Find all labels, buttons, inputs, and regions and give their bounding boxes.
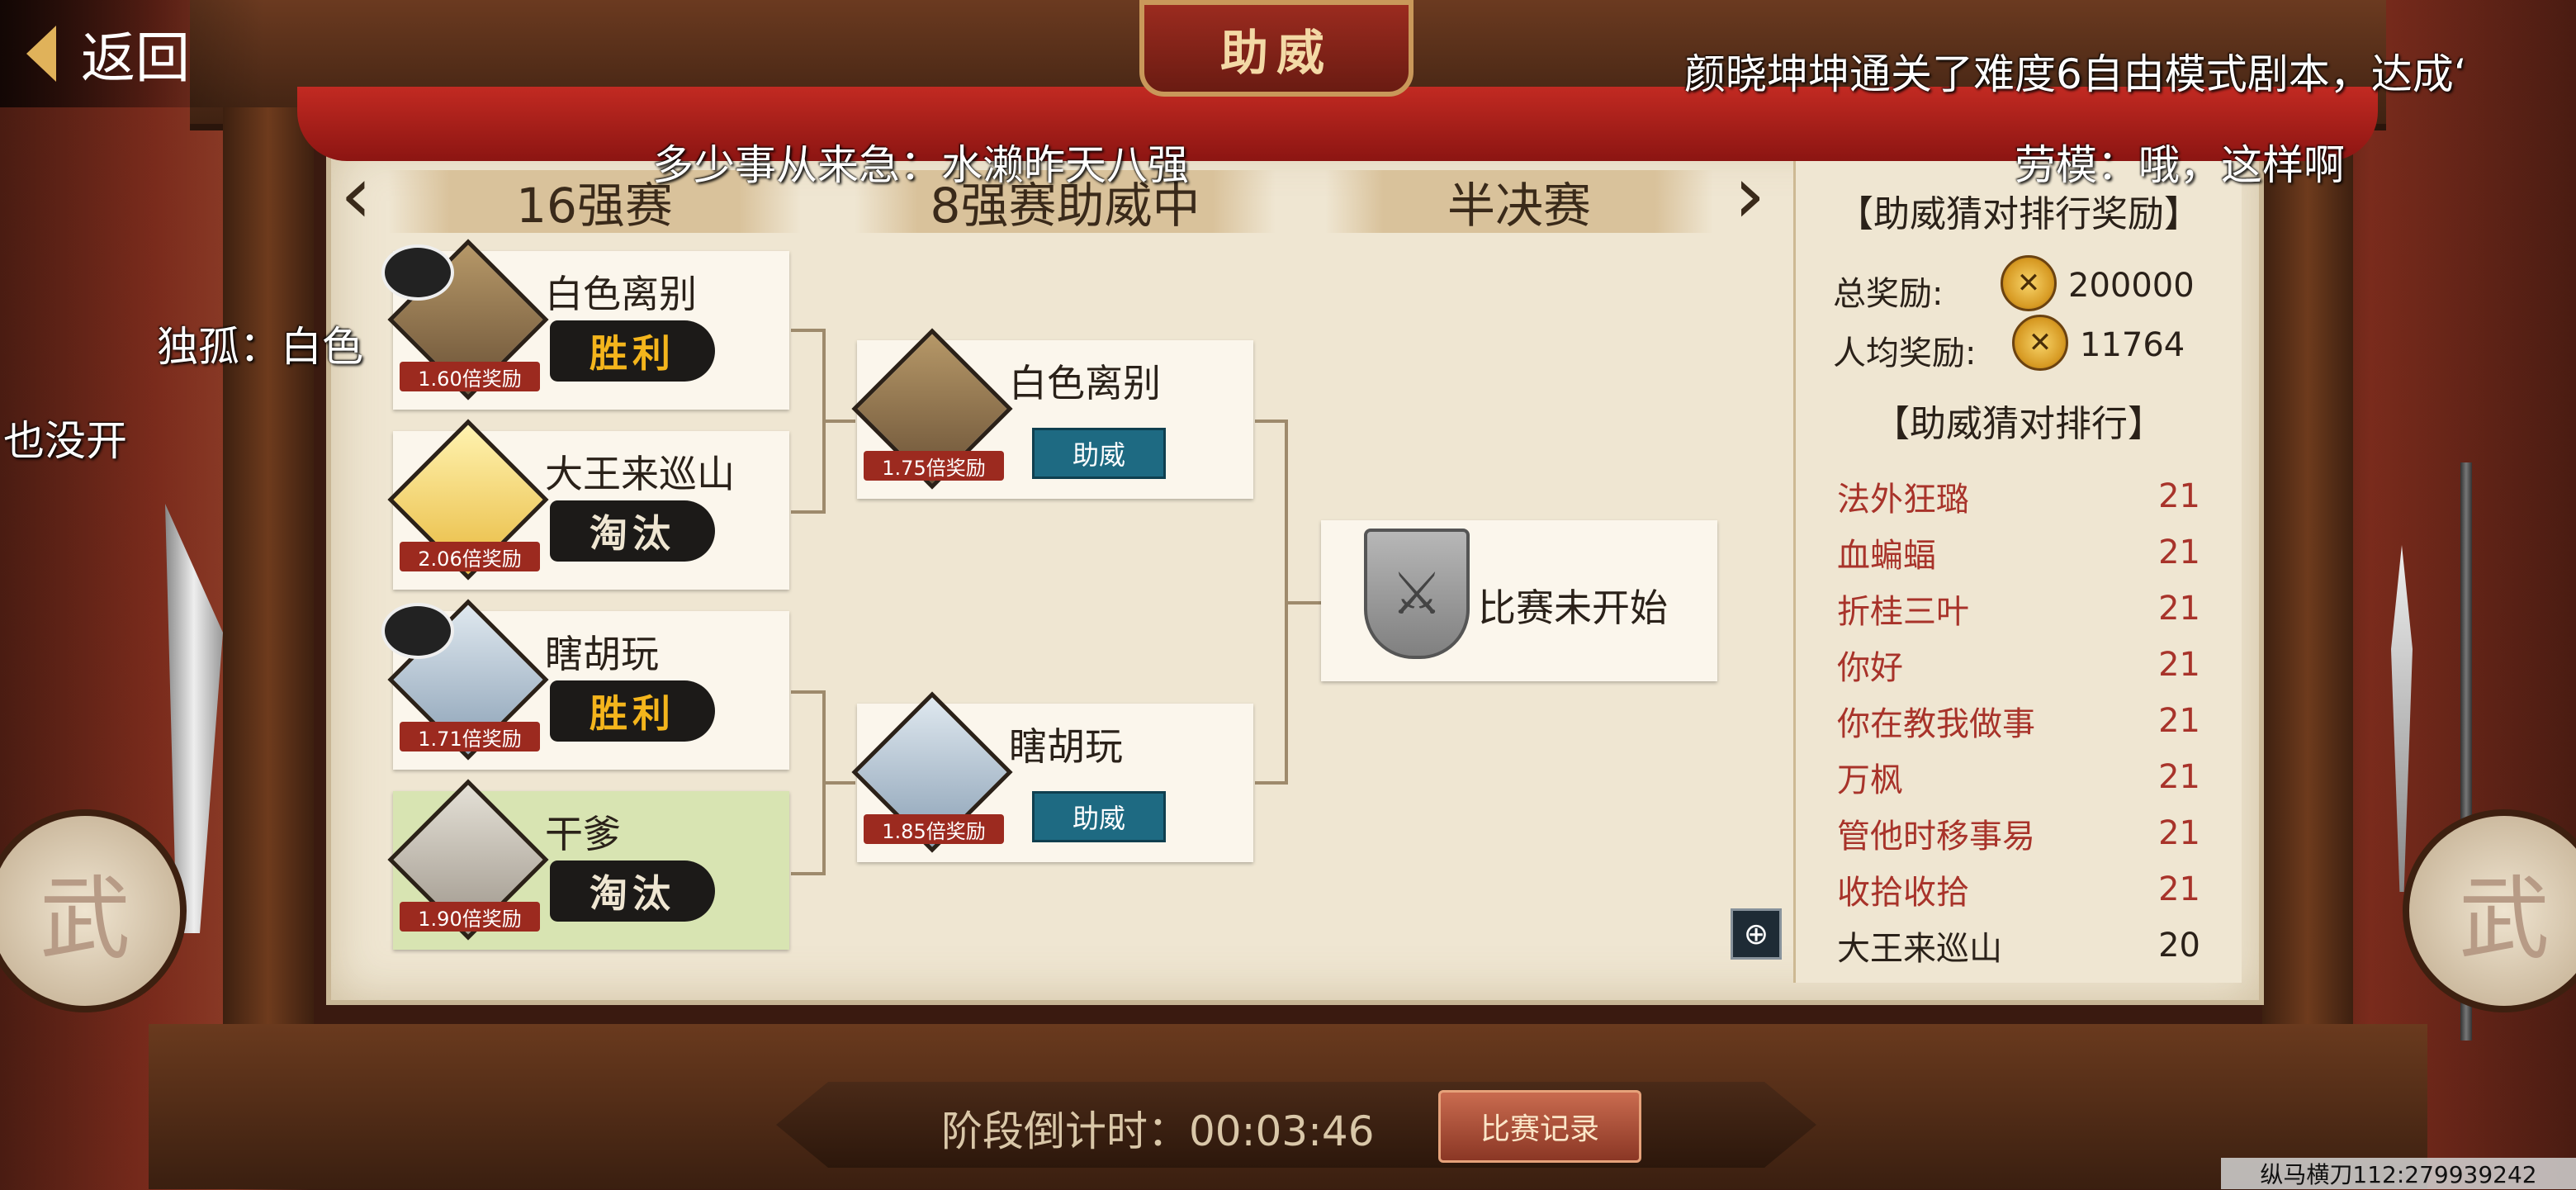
ranking-score: 21 xyxy=(2158,646,2200,684)
ranking-name: 血蝙蝠 xyxy=(1837,537,1936,575)
cheer-button[interactable]: 助威 xyxy=(1032,791,1166,842)
ranking-name: 管他时移事易 xyxy=(1837,818,2035,856)
player-name: 白色离别 xyxy=(545,272,697,316)
back-button[interactable]: 返回 xyxy=(0,0,264,107)
ranking-row: 万枫 21 xyxy=(1837,749,2200,805)
coin-icon: ✕ xyxy=(2001,255,2057,311)
cheer-button[interactable]: 助威 xyxy=(1032,428,1166,479)
drum-right: 武 xyxy=(2403,809,2576,1012)
semifinal-card[interactable]: ⚔ 比赛未开始 xyxy=(1321,520,1717,681)
chevron-left-icon xyxy=(26,26,56,82)
next-round-arrow-icon[interactable]: › xyxy=(1734,155,1765,235)
player-name: 瞎胡玩 xyxy=(1009,724,1123,769)
danmaku-comment: 劳模：哦，这样啊 xyxy=(2015,141,2345,189)
player-card-r8[interactable]: 1.75倍奖励 白色离别 助威 xyxy=(851,328,1253,499)
bracket-line xyxy=(1255,420,1288,423)
ranking-score: 21 xyxy=(2158,477,2200,515)
ranking-panel: 【助威猜对排行奖励】 总奖励: ✕ 200000 人均奖励: ✕ 11764 【… xyxy=(1793,161,2242,983)
zoom-in-icon[interactable]: ⊕ xyxy=(1731,908,1782,960)
ranking-name: 你在教我做事 xyxy=(1837,705,2035,743)
ranking-row: 收拾收拾 21 xyxy=(1837,861,2200,917)
ranking-row: 你在教我做事 21 xyxy=(1837,693,2200,749)
bracket-line xyxy=(791,329,826,332)
reward-title: 【助威猜对排行奖励】 xyxy=(1837,193,2200,235)
stage-countdown: 阶段倒计时：00:03:46 xyxy=(941,1107,1375,1155)
ranking-score: 21 xyxy=(2158,702,2200,740)
page-title: 助威 xyxy=(1139,0,1413,97)
ranking-score: 21 xyxy=(2158,814,2200,852)
back-label: 返回 xyxy=(81,26,190,90)
player-name: 瞎胡玩 xyxy=(545,632,659,676)
total-reward-value: 200000 xyxy=(2068,267,2195,305)
ranking-name: 万枫 xyxy=(1837,761,1903,799)
danmaku-comment: 也没开 xyxy=(3,417,127,465)
ranking-score: 21 xyxy=(2158,533,2200,571)
ranking-row: 折桂三叶 21 xyxy=(1837,581,2200,637)
danmaku-comment: 独孤：白色 xyxy=(157,323,363,371)
player-card-r16[interactable]: 1.90倍奖励 干爹 淘汰 xyxy=(387,779,789,950)
ranking-row: 大王来巡山 20 xyxy=(1837,917,2200,974)
result-stamp-eliminated: 淘汰 xyxy=(550,860,715,922)
prev-round-arrow-icon[interactable]: ‹ xyxy=(340,155,372,235)
ranking-name: 大王来巡山 xyxy=(1837,930,2002,968)
bracket-line xyxy=(1255,781,1288,785)
bracket-line xyxy=(791,872,826,875)
player-name: 干爹 xyxy=(545,812,621,856)
player-card-r8[interactable]: 1.85倍奖励 瞎胡玩 助威 xyxy=(851,691,1253,862)
ranking-score: 21 xyxy=(2158,870,2200,908)
reward-ratio: 1.71倍奖励 xyxy=(400,722,540,751)
result-stamp-eliminated: 淘汰 xyxy=(550,500,715,562)
reward-ratio: 2.06倍奖励 xyxy=(400,542,540,571)
per-capita-reward-label: 人均奖励: xyxy=(1833,334,1977,372)
ranking-name: 收拾收拾 xyxy=(1837,874,1969,912)
reward-ratio: 1.90倍奖励 xyxy=(400,902,540,932)
bowl-icon xyxy=(381,603,454,659)
tab-semifinal[interactable]: 半决赛 xyxy=(1325,170,1713,234)
coin-icon: ✕ xyxy=(2012,315,2068,371)
blade-decoration xyxy=(2391,545,2413,892)
match-status: 比赛未开始 xyxy=(1478,586,1668,630)
bracket-line xyxy=(791,690,826,694)
bracket-line xyxy=(1285,601,1321,604)
bracket-line xyxy=(791,510,826,514)
reward-ratio: 1.75倍奖励 xyxy=(864,451,1004,481)
reward-ratio: 1.60倍奖励 xyxy=(400,362,540,391)
player-name: 大王来巡山 xyxy=(545,452,735,496)
player-card-r16[interactable]: 2.06倍奖励 大王来巡山 淘汰 xyxy=(387,419,789,590)
player-name: 白色离别 xyxy=(1009,361,1161,405)
watermark: 纵马横刀112:279939242 xyxy=(2221,1158,2576,1189)
left-post xyxy=(223,107,314,1065)
result-stamp-win: 胜利 xyxy=(550,320,715,382)
right-post xyxy=(2262,107,2353,1065)
ranking-title: 【助威猜对排行】 xyxy=(1873,403,2164,445)
ranking-name: 折桂三叶 xyxy=(1837,593,1969,631)
match-record-button[interactable]: 比赛记录 xyxy=(1438,1090,1641,1163)
ranking-score: 21 xyxy=(2158,590,2200,628)
reward-ratio: 1.85倍奖励 xyxy=(864,814,1004,844)
ranking-row: 法外狂璐 21 xyxy=(1837,468,2200,524)
ranking-name: 法外狂璐 xyxy=(1837,481,1969,519)
ranking-name: 你好 xyxy=(1837,649,1903,687)
per-capita-reward-value: 11764 xyxy=(2080,326,2185,364)
danmaku-comment: 多少事从来急：水濑昨天八强 xyxy=(652,141,1189,189)
ranking-row: 血蝙蝠 21 xyxy=(1837,524,2200,581)
drum-left: 武 xyxy=(0,809,187,1012)
ranking-score: 20 xyxy=(2158,927,2200,965)
bracket-line xyxy=(822,781,855,785)
result-stamp-win: 胜利 xyxy=(550,680,715,742)
danmaku-comment: 颜晓坤坤通关了难度6自由模式剧本，达成‘ xyxy=(1684,50,2467,98)
bracket-line xyxy=(822,420,855,423)
ranking-row: 你好 21 xyxy=(1837,637,2200,693)
ranking-row: 管他时移事易 21 xyxy=(1837,805,2200,861)
crossed-swords-shield-icon: ⚔ xyxy=(1364,529,1470,659)
ranking-score: 21 xyxy=(2158,758,2200,796)
total-reward-label: 总奖励: xyxy=(1833,275,1944,313)
bowl-icon xyxy=(381,244,454,301)
